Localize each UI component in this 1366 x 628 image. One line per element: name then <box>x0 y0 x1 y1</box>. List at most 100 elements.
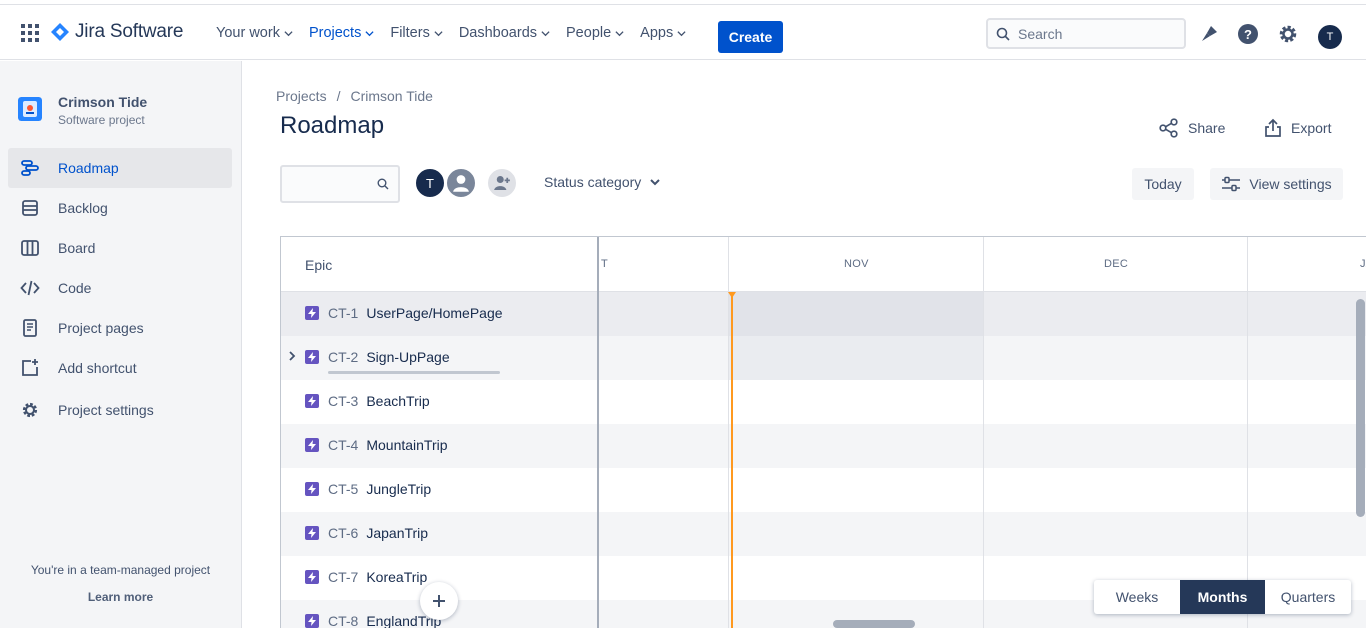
export-icon <box>1265 118 1281 137</box>
search-icon <box>377 178 389 190</box>
nav-label: Filters <box>390 25 430 41</box>
jira-logo-icon <box>51 23 69 41</box>
sidebar-item-add-shortcut[interactable]: Add shortcut <box>8 348 232 388</box>
sidebar-item-roadmap[interactable]: Roadmap <box>8 148 232 188</box>
global-search[interactable] <box>986 18 1186 49</box>
month-divider <box>983 237 984 292</box>
notifications-icon[interactable] <box>1197 22 1221 46</box>
breadcrumb-project[interactable]: Crimson Tide <box>350 88 432 104</box>
month-label: T <box>601 258 609 270</box>
current-month-shade <box>729 292 983 380</box>
share-icon <box>1159 118 1178 138</box>
code-icon <box>20 280 40 296</box>
top-navigation: Jira Software Your work Projects Filters… <box>0 4 1366 60</box>
pages-icon <box>23 319 37 337</box>
add-shortcut-icon <box>22 359 38 376</box>
assignee-avatar[interactable]: T <box>414 167 446 199</box>
roadmap-search-input[interactable] <box>280 165 400 203</box>
svg-text:?: ? <box>1244 27 1252 42</box>
today-button[interactable]: Today <box>1132 168 1194 200</box>
plus-icon <box>433 595 445 607</box>
zoom-quarters[interactable]: Quarters <box>1265 580 1351 614</box>
team-managed-note: You're in a team-managed project <box>30 563 211 577</box>
chevron-down-icon <box>365 30 374 36</box>
chevron-down-icon <box>284 30 293 36</box>
month-divider <box>728 237 729 292</box>
export-label: Export <box>1291 120 1332 136</box>
sidebar-item-label: Board <box>58 240 96 256</box>
vertical-scrollbar[interactable] <box>1356 299 1365 517</box>
share-label: Share <box>1188 120 1226 136</box>
breadcrumb-projects[interactable]: Projects <box>276 88 327 104</box>
chevron-down-icon <box>677 30 686 36</box>
status-category-label: Status category <box>544 174 642 190</box>
jira-logo[interactable]: Jira Software <box>51 21 183 43</box>
sliders-icon <box>1222 176 1241 192</box>
create-epic-button[interactable] <box>420 582 458 620</box>
today-line <box>731 293 733 628</box>
page-title: Roadmap <box>280 112 385 139</box>
gear-icon <box>22 402 38 418</box>
nav-projects[interactable]: Projects <box>301 17 382 49</box>
nav-label: Apps <box>640 25 674 41</box>
zoom-weeks[interactable]: Weeks <box>1094 580 1180 614</box>
backlog-icon <box>22 200 38 216</box>
month-label: NOV <box>844 258 869 270</box>
month-label: DEC <box>1104 258 1129 270</box>
chevron-down-icon <box>541 30 550 36</box>
sidebar-item-project-settings[interactable]: Project settings <box>8 390 232 430</box>
sidebar-item-board[interactable]: Board <box>8 228 232 268</box>
nav-filters[interactable]: Filters <box>382 17 450 49</box>
learn-more-link[interactable]: Learn more <box>0 590 241 604</box>
nav-label: Projects <box>308 25 362 41</box>
sidebar-item-project-pages[interactable]: Project pages <box>8 308 232 348</box>
primary-nav: Your work Projects Filters Dashboards Pe… <box>208 17 694 49</box>
project-avatar-icon[interactable] <box>18 97 42 121</box>
app-switcher-icon[interactable] <box>21 24 39 42</box>
chevron-down-icon <box>434 30 443 36</box>
roadmap-icon <box>21 160 39 176</box>
chevron-down-icon <box>615 30 624 36</box>
sidebar-item-label: Add shortcut <box>58 360 137 376</box>
nav-label: Your work <box>216 25 280 41</box>
sidebar-item-label: Project settings <box>58 402 154 418</box>
export-button[interactable]: Export <box>1263 113 1331 143</box>
share-button[interactable]: Share <box>1158 113 1225 143</box>
sidebar-item-label: Project pages <box>58 320 144 336</box>
nav-your-work[interactable]: Your work <box>208 17 301 49</box>
sidebar-item-code[interactable]: Code <box>8 268 232 308</box>
nav-label: People <box>566 25 612 41</box>
epic-column-divider[interactable] <box>281 237 599 628</box>
nav-people[interactable]: People <box>558 17 632 49</box>
zoom-months[interactable]: Months <box>1180 580 1265 614</box>
project-name[interactable]: Crimson Tide <box>58 94 147 110</box>
horizontal-scrollbar[interactable] <box>833 620 915 628</box>
breadcrumb-separator: / <box>336 88 341 104</box>
sidebar-item-label: Roadmap <box>58 160 119 176</box>
breadcrumb: Projects / Crimson Tide <box>276 88 433 104</box>
month-divider <box>983 237 984 628</box>
view-settings-label: View settings <box>1249 176 1332 192</box>
nav-apps[interactable]: Apps <box>632 17 694 49</box>
nav-dashboards[interactable]: Dashboards <box>451 17 558 49</box>
unassigned-avatar-icon[interactable] <box>445 167 477 199</box>
help-icon[interactable]: ? <box>1236 22 1260 46</box>
add-people-icon[interactable] <box>486 167 518 199</box>
user-avatar[interactable]: T <box>1318 25 1342 49</box>
search-icon <box>996 27 1010 41</box>
month-divider <box>1247 237 1248 292</box>
sidebar-item-backlog[interactable]: Backlog <box>8 188 232 228</box>
create-button[interactable]: Create <box>718 21 783 53</box>
board-icon <box>21 240 39 256</box>
roadmap-grid: CT-1 UserPage/HomePage CT-2 Sign-UpPage … <box>280 236 1366 628</box>
project-sidebar: Crimson Tide Software project Roadmap Ba… <box>0 61 242 628</box>
search-input[interactable] <box>1018 25 1168 42</box>
timeline-zoom-toggle: Weeks Months Quarters <box>1094 580 1351 614</box>
status-category-filter[interactable]: Status category <box>544 174 661 190</box>
nav-label: Dashboards <box>458 25 538 41</box>
view-settings-button[interactable]: View settings <box>1210 168 1343 200</box>
sidebar-item-label: Code <box>58 280 92 296</box>
settings-gear-icon[interactable] <box>1276 22 1300 46</box>
month-divider <box>1247 237 1248 628</box>
month-label: JA <box>1360 258 1366 270</box>
